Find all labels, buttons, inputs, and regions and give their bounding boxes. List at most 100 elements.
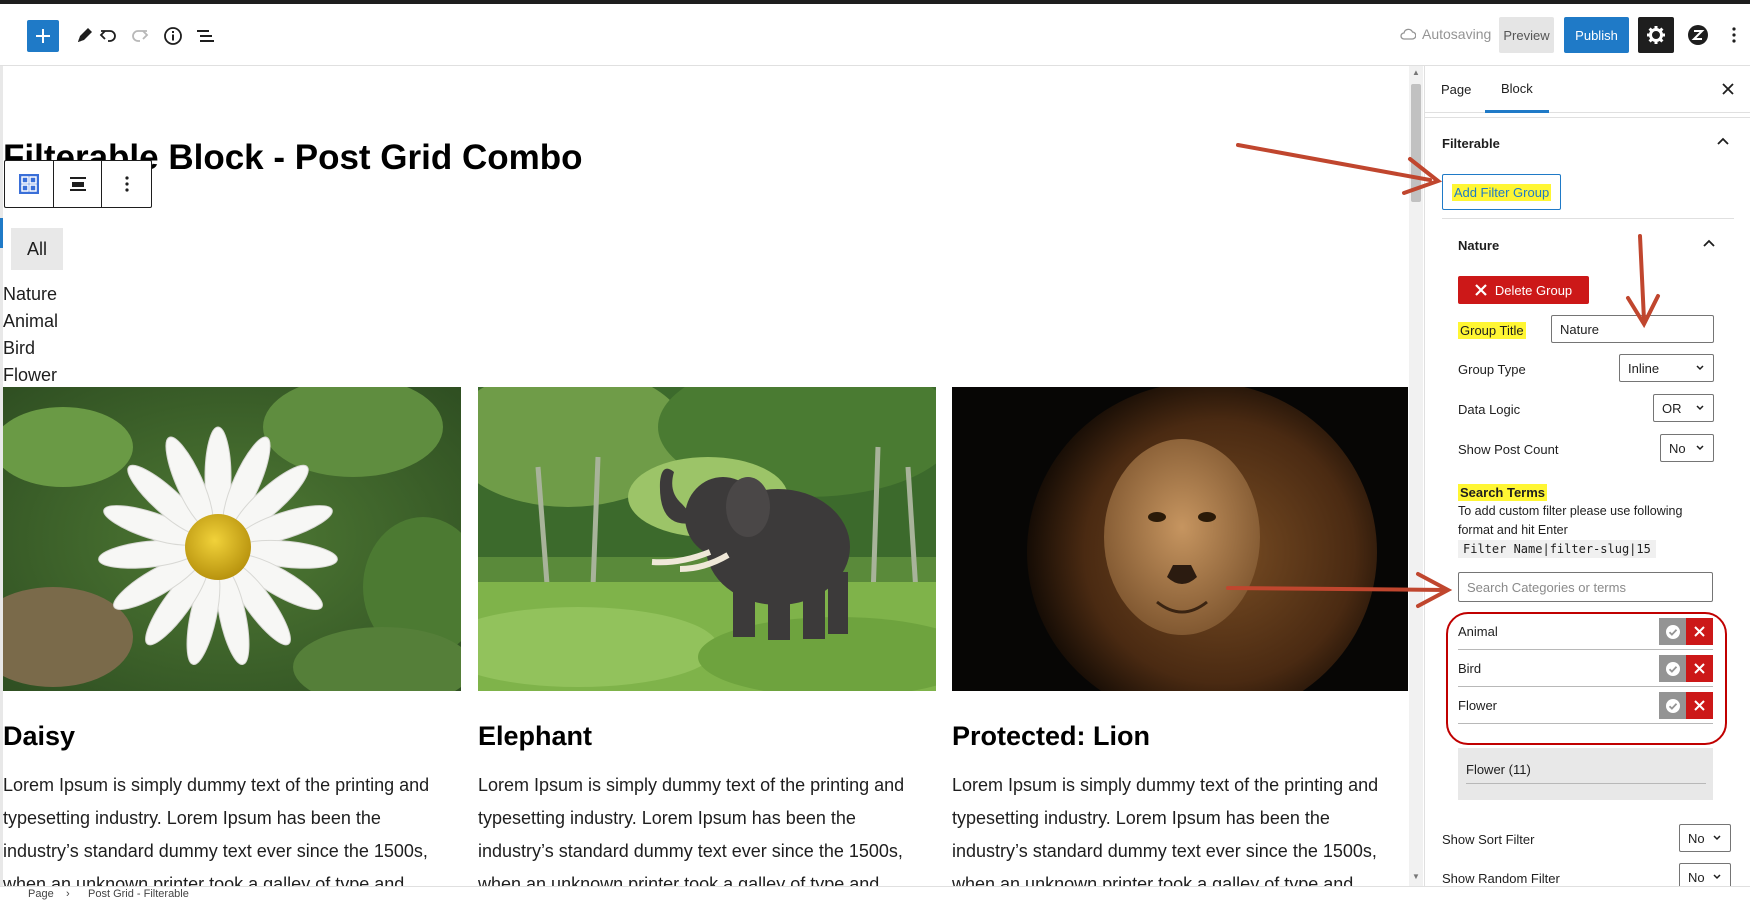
kebab-icon [1732, 27, 1736, 43]
divider [1442, 218, 1734, 219]
filter-format-code: Filter Name|filter-slug|15 [1458, 540, 1656, 558]
post-title[interactable]: Protected: Lion [952, 721, 1408, 752]
breadcrumb-item[interactable]: Page [28, 888, 54, 900]
editor-canvas: Filterable Block - Post Grid Combo All N [0, 66, 1408, 886]
data-logic-select[interactable]: OR [1653, 394, 1714, 422]
term-row: Animal [1458, 614, 1713, 650]
block-breadcrumb: Page › Post Grid - Filterable [0, 886, 1750, 900]
plus-icon [36, 29, 50, 43]
preview-button[interactable]: Preview [1499, 17, 1554, 53]
tab-page[interactable]: Page [1425, 66, 1487, 113]
post-card: Daisy Lorem Ipsum is simply dummy text o… [3, 387, 461, 886]
options-button[interactable] [1722, 17, 1746, 53]
sidebar-tabs: Page Block [1425, 66, 1750, 113]
chevron-down-icon [1696, 405, 1704, 411]
add-filter-group-button[interactable]: Add Filter Group [1442, 174, 1561, 210]
plugin-button[interactable] [1680, 17, 1716, 53]
sort-filter-label: Show Sort Filter [1442, 832, 1535, 847]
list-view-button[interactable] [190, 20, 222, 52]
filter-list: Nature Animal Bird Flower [3, 281, 58, 389]
breadcrumb-separator-icon: › [66, 888, 70, 900]
term-suggestion-item[interactable]: Flower (11) [1466, 762, 1706, 784]
redo-icon [132, 30, 149, 42]
post-title[interactable]: Daisy [3, 721, 461, 752]
sort-filter-select[interactable]: No [1679, 824, 1731, 852]
group-name[interactable]: Nature [1458, 238, 1499, 253]
settings-button[interactable] [1638, 17, 1674, 53]
editor-scrollbar-thumb[interactable] [1411, 84, 1421, 202]
breadcrumb-item[interactable]: Post Grid - Filterable [88, 888, 189, 900]
chevron-up-icon [1717, 137, 1729, 145]
list-view-icon [197, 30, 214, 42]
term-remove-button[interactable] [1686, 655, 1713, 682]
align-wide-icon [69, 177, 86, 191]
filter-item[interactable]: Nature [3, 281, 58, 308]
delete-group-button[interactable]: Delete Group [1458, 276, 1589, 304]
align-button[interactable] [54, 161, 103, 207]
cloud-icon [1400, 28, 1416, 40]
gear-icon [1647, 26, 1665, 44]
search-terms-input[interactable]: Search Categories or terms [1458, 572, 1713, 602]
elephant-image [478, 387, 936, 691]
term-confirm-button[interactable] [1659, 692, 1686, 719]
add-filter-group-label: Add Filter Group [1451, 183, 1552, 201]
post-excerpt: Lorem Ipsum is simply dummy text of the … [478, 775, 905, 886]
add-block-button[interactable] [27, 20, 59, 52]
check-circle-icon [1665, 661, 1680, 676]
editor-header: Autosaving Preview Publish [0, 4, 1750, 66]
random-filter-label: Show Random Filter [1442, 871, 1560, 886]
close-icon [1694, 700, 1705, 711]
grid-block-icon [18, 174, 39, 194]
term-confirm-button[interactable] [1659, 618, 1686, 645]
post-excerpt: Lorem Ipsum is simply dummy text of the … [952, 775, 1379, 886]
close-sidebar-button[interactable] [1716, 77, 1740, 101]
delete-group-label: Delete Group [1494, 282, 1573, 298]
post-title[interactable]: Elephant [478, 721, 936, 752]
post-image-lion [952, 387, 1408, 691]
group-title-input[interactable]: Nature [1551, 315, 1714, 343]
undo-icon [99, 30, 116, 42]
panel-title: Filterable [1442, 136, 1500, 151]
pencil-icon [78, 28, 92, 42]
check-circle-icon [1665, 624, 1680, 639]
random-filter-select[interactable]: No [1679, 863, 1731, 886]
autosave-status: Autosaving [1400, 26, 1491, 42]
plugin-logo-icon [1688, 25, 1708, 45]
post-count-label: Show Post Count [1458, 442, 1559, 457]
chevron-down-icon [1696, 365, 1704, 371]
block-type-button[interactable] [5, 161, 54, 207]
undo-button[interactable] [92, 20, 124, 52]
chevron-down-icon [1713, 874, 1721, 880]
redo-button[interactable] [124, 20, 156, 52]
details-button[interactable] [157, 20, 189, 52]
term-confirm-button[interactable] [1659, 655, 1686, 682]
filter-item[interactable]: Animal [3, 308, 58, 335]
filterable-panel-header[interactable]: Filterable [1425, 117, 1750, 165]
filter-item[interactable]: Bird [3, 335, 58, 362]
close-icon [1475, 284, 1487, 296]
filter-all-button[interactable]: All [11, 228, 63, 270]
group-type-select[interactable]: Inline [1619, 354, 1714, 382]
editor-app: Autosaving Preview Publish Filterable Bl… [0, 0, 1750, 900]
post-image-elephant [478, 387, 936, 691]
close-icon [1722, 83, 1734, 95]
scroll-up-arrow-icon[interactable]: ▲ [1411, 68, 1421, 78]
chevron-up-icon[interactable] [1701, 236, 1717, 252]
post-card: Protected: Lion Lorem Ipsum is simply du… [952, 387, 1408, 886]
chevron-down-icon [1713, 835, 1721, 841]
post-count-select[interactable]: No [1660, 434, 1714, 462]
settings-sidebar: Page Block Filterable Add Filter Group N… [1424, 66, 1750, 886]
tab-block[interactable]: Block [1485, 66, 1549, 113]
term-remove-button[interactable] [1686, 618, 1713, 645]
scroll-down-arrow-icon[interactable]: ▼ [1411, 872, 1421, 882]
term-remove-button[interactable] [1686, 692, 1713, 719]
term-label: Animal [1458, 624, 1498, 639]
filter-item[interactable]: Flower [3, 362, 58, 389]
publish-button[interactable]: Publish [1564, 17, 1629, 53]
block-options-button[interactable] [102, 161, 151, 207]
daisy-image [3, 387, 461, 691]
close-icon [1694, 663, 1705, 674]
data-logic-label: Data Logic [1458, 402, 1521, 417]
search-terms-label: Search Terms [1458, 484, 1548, 501]
search-terms-help: To add custom filter please use followin… [1458, 504, 1683, 537]
